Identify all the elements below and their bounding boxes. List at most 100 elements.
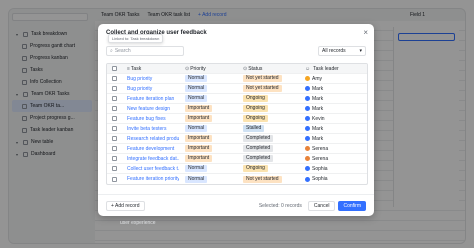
task-cell[interactable]: Bug priority (121, 86, 179, 92)
row-checkbox[interactable] (111, 106, 117, 111)
single-select-icon: ⊙ (243, 65, 248, 72)
search-input[interactable]: ⌕ Search (106, 46, 184, 56)
leader-name: Mark (312, 135, 324, 142)
status-tag: Stalled (243, 125, 265, 132)
table-row[interactable]: Bug priority Normal Not yet started Mark (107, 84, 367, 94)
link-record-dialog: Collect and organize user feedback × ⌕ S… (98, 24, 374, 216)
status-tag: Not yet started (243, 175, 282, 183)
leader-name: Sophia (312, 176, 328, 182)
status-tag: Not yet started (243, 75, 282, 82)
row-checkbox[interactable] (111, 176, 117, 182)
avatar (305, 126, 310, 131)
close-icon[interactable]: × (363, 28, 368, 37)
linked-table-tooltip: Linked to: Task breakdown (108, 34, 164, 43)
filter-label: All records (322, 48, 346, 54)
avatar (305, 116, 310, 121)
search-placeholder: Search (114, 48, 131, 54)
task-cell[interactable]: Feature development (121, 146, 179, 152)
table-row[interactable]: Feature bug fixes Important Ongoing Kevin (107, 114, 367, 124)
avatar (305, 136, 310, 141)
status-tag: Completed (243, 135, 274, 142)
leader-name: Mark (312, 95, 324, 102)
table-row[interactable]: Integrate feedback dat... Important Comple… (107, 154, 367, 164)
table-row[interactable]: Collect user feedback t... Normal Ongoing S… (107, 164, 367, 174)
priority-tag: Normal (185, 85, 208, 92)
leader-name: Amy (312, 75, 322, 82)
avatar (305, 166, 310, 171)
table-row[interactable]: New feature design Important Ongoing Mark (107, 104, 367, 114)
row-checkbox[interactable] (111, 96, 117, 101)
column-header-task-leader[interactable]: Task leader (313, 66, 339, 72)
priority-tag: Normal (185, 175, 208, 183)
table-row[interactable]: Research related produ... Important Comple… (107, 134, 367, 144)
leader-name: Sophia (312, 165, 328, 172)
confirm-button[interactable]: Confirm (338, 200, 366, 211)
priority-tag: Normal (185, 75, 208, 82)
row-checkbox[interactable] (111, 76, 117, 81)
task-cell[interactable]: Integrate feedback dat... (121, 156, 179, 162)
column-header-status[interactable]: Status (248, 66, 262, 72)
records-filter-select[interactable]: All records ▾ (318, 46, 366, 56)
task-cell[interactable]: Collect user feedback t... (121, 166, 179, 172)
priority-tag: Important (185, 145, 213, 152)
task-cell[interactable]: New feature design (121, 106, 179, 112)
column-header-priority[interactable]: Priority (190, 66, 206, 72)
row-checkbox[interactable] (111, 156, 117, 161)
leader-name: Mark (312, 85, 324, 92)
status-tag: Ongoing (243, 165, 268, 172)
row-checkbox[interactable] (111, 136, 117, 141)
leader-name: Serena (312, 145, 329, 152)
priority-tag: Normal (185, 95, 208, 102)
task-cell[interactable]: Bug priority (121, 76, 179, 82)
task-cell[interactable]: Invite beta testers (121, 126, 179, 132)
avatar (305, 106, 310, 111)
column-header-task[interactable]: Task (131, 66, 141, 72)
select-all-checkbox[interactable] (111, 66, 117, 71)
priority-tag: Important (185, 135, 213, 142)
status-tag: Completed (243, 155, 274, 162)
task-cell[interactable]: Feature bug fixes (121, 116, 179, 122)
selected-count: Selected: 0 records (258, 202, 302, 209)
leader-name: Mark (312, 125, 324, 132)
add-record-button[interactable]: + Add record (106, 200, 145, 211)
avatar (305, 96, 310, 101)
records-table: ≡Task ⊙Priority ⊙Status ☺ Task leader Bug… (106, 63, 368, 185)
row-checkbox[interactable] (111, 146, 117, 151)
leader-name: Mark (312, 105, 324, 112)
priority-tag: Important (185, 155, 213, 162)
priority-tag: Normal (185, 125, 208, 132)
person-icon: ☺ (305, 65, 311, 72)
row-checkbox[interactable] (111, 126, 117, 131)
single-select-icon: ⊙ (185, 65, 190, 72)
table-row[interactable]: Feature development Important Completed Ser… (107, 144, 367, 154)
table-header: ≡Task ⊙Priority ⊙Status ☺ Task leader (107, 64, 367, 74)
priority-tag: Normal (185, 165, 208, 172)
dialog-footer: + Add record Selected: 0 records Cancel … (98, 194, 374, 216)
chevron-down-icon: ▾ (359, 48, 362, 54)
background-text: user experience (120, 220, 156, 226)
task-cell[interactable]: Feature iteration plan (121, 96, 179, 102)
status-tag: Completed (243, 145, 274, 152)
row-checkbox[interactable] (111, 116, 117, 121)
avatar (305, 176, 310, 182)
status-tag: Ongoing (243, 115, 268, 122)
row-checkbox[interactable] (111, 86, 117, 91)
avatar (305, 76, 310, 81)
cancel-button[interactable]: Cancel (307, 200, 336, 211)
task-cell[interactable]: Feature iteration priority (121, 176, 179, 182)
status-tag: Ongoing (243, 105, 268, 112)
row-checkbox[interactable] (111, 166, 117, 171)
priority-tag: Important (185, 105, 213, 112)
leader-name: Serena (312, 155, 329, 162)
leader-name: Kevin (312, 115, 325, 122)
priority-tag: Important (185, 115, 213, 122)
search-icon: ⌕ (110, 48, 113, 54)
avatar (305, 86, 310, 91)
table-row[interactable]: Invite beta testers Normal Stalled Mark (107, 124, 367, 134)
task-cell[interactable]: Research related produ... (121, 136, 179, 142)
table-row[interactable]: Feature iteration priority Normal Not yet … (107, 174, 367, 184)
status-tag: Ongoing (243, 95, 268, 102)
table-row[interactable]: Feature iteration plan Normal Ongoing Mark (107, 94, 367, 104)
text-field-icon: ≡ (127, 65, 130, 72)
table-row[interactable]: Bug priority Normal Not yet started Amy (107, 74, 367, 84)
